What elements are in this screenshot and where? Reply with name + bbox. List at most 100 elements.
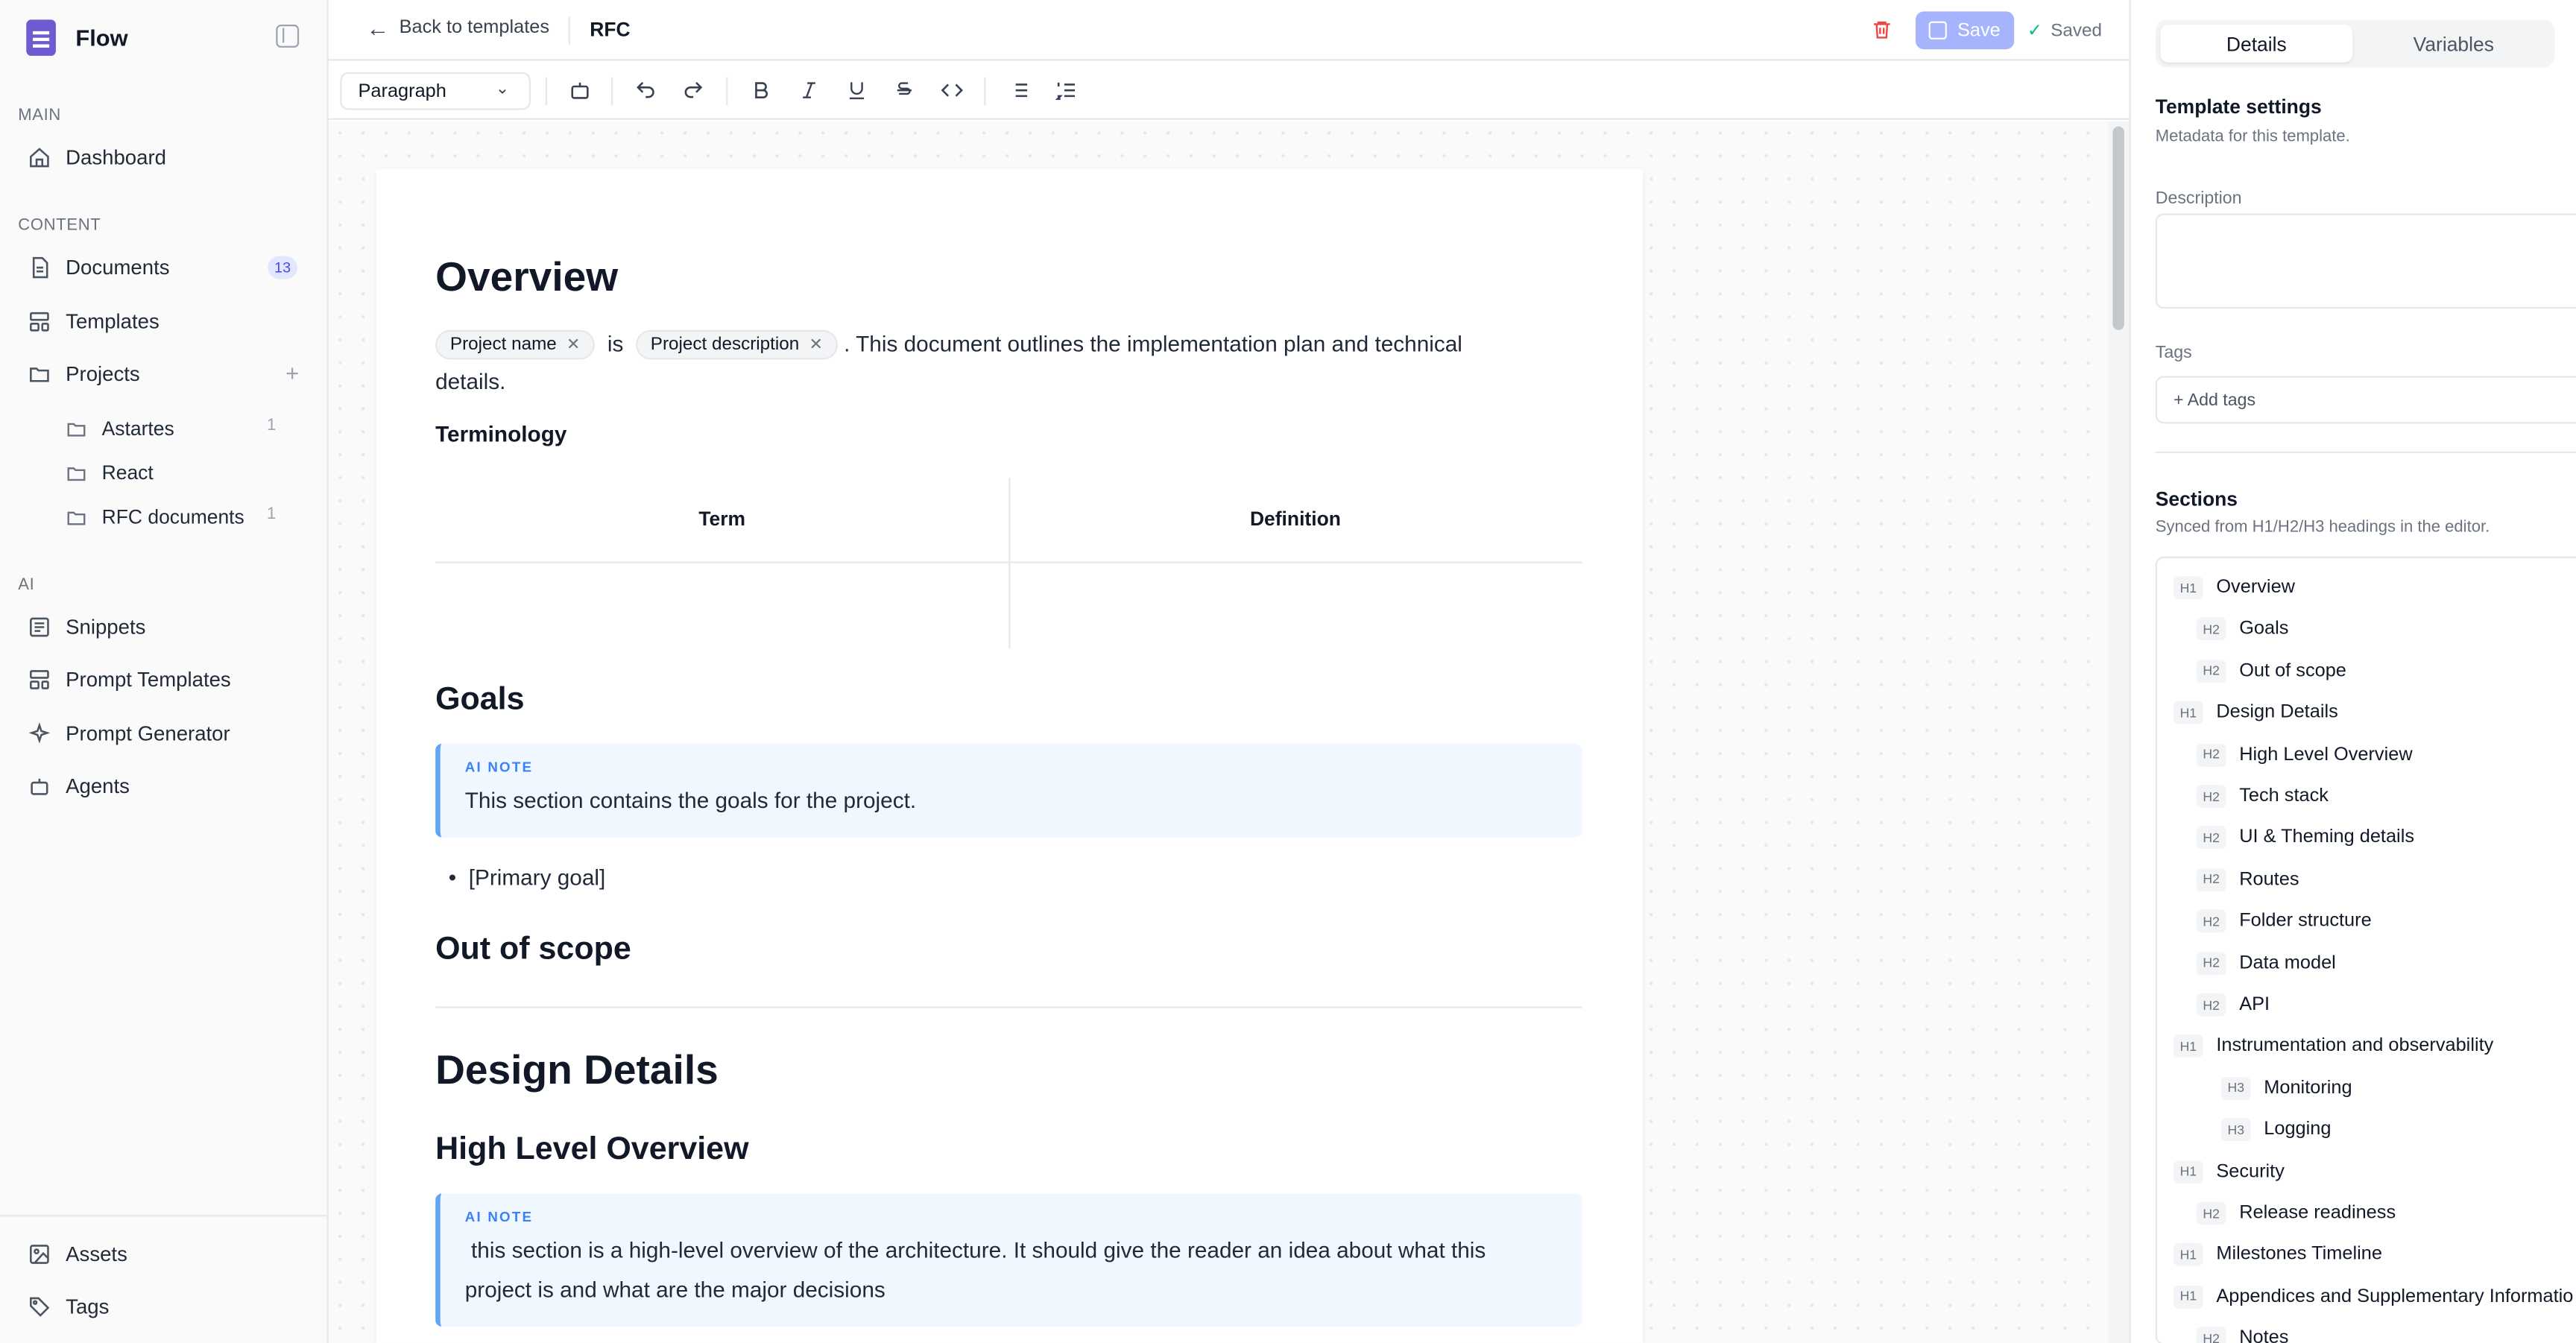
section-item[interactable]: H2 Notes [2196,1322,2288,1343]
section-item[interactable]: H2 API [2196,988,2270,1021]
undo-button[interactable] [631,75,660,105]
heading-level-badge: H2 [2196,951,2226,975]
section-label-main: MAIN [18,107,61,125]
project-count: 1 [267,505,277,524]
ai-assistant-button[interactable] [565,75,595,105]
project-count: 1 [267,417,277,435]
sidebar-item-agents[interactable]: Agents [16,765,312,808]
heading-level-badge: H2 [2196,660,2226,683]
overview-paragraph[interactable]: Project name ✕ is Project description ✕ . … [435,325,1585,400]
collapse-sidebar-icon[interactable] [276,25,300,48]
sections-title: Sections [2155,487,2238,511]
horizontal-rule [435,1006,1582,1008]
section-item[interactable]: H1 Design Details [2174,696,2338,729]
variable-chip-project-description[interactable]: Project description ✕ [635,330,838,361]
section-label: Milestones Timeline [2216,1245,2382,1265]
save-button[interactable]: Save [1915,11,2015,50]
section-item[interactable]: H2 Tech stack [2196,780,2329,812]
goal-text: [Primary goal] [468,865,606,890]
project-item-rfc-documents[interactable]: RFC documents 1 [53,496,300,538]
numbered-list-button[interactable] [1052,75,1082,105]
section-label: Out of scope [2239,661,2346,681]
variable-chip-project-name[interactable]: Project name ✕ [435,330,596,361]
heading-terminology[interactable]: Terminology [435,422,566,446]
section-item[interactable]: H2 Release readiness [2196,1197,2396,1230]
add-tags-button[interactable]: + Add tags [2155,376,2576,424]
sidebar-item-assets[interactable]: Assets [16,1233,312,1275]
delete-template-button[interactable] [1871,18,1894,41]
trash-icon [1874,21,1890,39]
strikethrough-button[interactable] [888,75,918,105]
add-project-icon[interactable]: + [285,359,299,385]
goal-list-item[interactable]: • [Primary goal] [449,859,606,897]
table-header-term[interactable]: Term [435,508,1008,531]
table-header-definition[interactable]: Definition [1008,508,1582,531]
heading-level-badge: H2 [2196,868,2226,891]
ai-note-goals[interactable]: AI NOTE This section contains the goals … [435,743,1582,838]
saved-status: ✓ Saved [2027,19,2102,42]
tab-variables[interactable]: Variables [2358,25,2550,63]
heading-overview[interactable]: Overview [435,254,618,302]
heading-out-of-scope[interactable]: Out of scope [435,931,631,969]
italic-button[interactable] [794,75,824,105]
document-page[interactable]: Overview Project name ✕ is Project descri… [376,168,1644,1343]
section-item[interactable]: H2 Out of scope [2196,655,2346,688]
section-item[interactable]: H1 Instrumentation and observability [2174,1030,2493,1063]
section-item[interactable]: H2 Routes [2196,863,2299,896]
section-item[interactable]: H2 Data model [2196,947,2336,979]
section-item[interactable]: H1 Appendices and Supplementary Informati… [2174,1280,2573,1313]
underline-button[interactable] [841,75,871,105]
section-item[interactable]: H1 Overview [2174,572,2295,604]
editor-scrollbar[interactable] [2107,121,2130,1343]
ai-note-high-level-overview[interactable]: AI NOTE this section is a high-level ove… [435,1193,1582,1327]
template-settings-subtitle: Metadata for this template. [2155,127,2350,147]
heading-high-level-overview[interactable]: High Level Overview [435,1131,748,1169]
terminology-table[interactable]: Term Definition [435,478,1582,649]
remove-chip-icon[interactable]: ✕ [566,326,580,364]
sidebar-item-projects[interactable]: Projects + [16,353,312,396]
section-item[interactable]: H2 Goals [2196,613,2288,646]
section-item[interactable]: H1 Security [2174,1155,2285,1188]
bold-button[interactable] [746,75,776,105]
section-label: Monitoring [2264,1078,2352,1099]
heading-goals[interactable]: Goals [435,681,524,719]
brand[interactable]: Flow [26,18,128,57]
heading-design-details[interactable]: Design Details [435,1047,719,1095]
section-item[interactable]: H1 Milestones Timeline [2174,1239,2382,1271]
sidebar-item-dashboard[interactable]: Dashboard [16,136,312,179]
sidebar-item-tags[interactable]: Tags [16,1286,312,1328]
app-window: Flow MAIN Dashboard CONTENT Documents 13… [0,0,2576,1343]
redo-button[interactable] [678,75,708,105]
section-item[interactable]: H3 Monitoring [2220,1072,2352,1105]
sidebar-item-label: Projects [66,362,140,386]
code-button[interactable] [936,75,966,105]
scrollbar-thumb[interactable] [2112,126,2124,330]
chevron-down-icon: ⌄ [495,80,510,99]
layout-icon [26,309,52,335]
project-label: React [101,461,154,484]
folder-icon [26,361,52,388]
sidebar-item-documents[interactable]: Documents 13 [16,246,312,288]
project-item-react[interactable]: React [53,452,300,494]
tab-details[interactable]: Details [2160,25,2353,63]
section-item[interactable]: H2 Folder structure [2196,905,2372,938]
sections-list: H1 Overview H2 Goals H2 Out of scope H1 Design … [2155,556,2576,1343]
sidebar-item-snippets[interactable]: Snippets [16,606,312,648]
sidebar-item-label: Prompt Templates [66,668,231,692]
sidebar-item-prompt-templates[interactable]: Prompt Templates [16,658,312,701]
project-item-astartes[interactable]: Astartes 1 [53,407,300,449]
section-item[interactable]: H3 Logging [2220,1113,2331,1146]
sidebar-item-label: Snippets [66,616,146,639]
section-item[interactable]: H2 UI & Theming details [2196,821,2414,854]
ai-note-text: This section contains the goals for the … [464,788,917,813]
remove-chip-icon[interactable]: ✕ [809,326,822,364]
back-to-templates-link[interactable]: ← Back to templates [367,16,550,40]
sidebar-item-templates[interactable]: Templates [16,300,312,343]
block-type-select[interactable]: Paragraph ⌄ [340,72,531,110]
bullet-list-button[interactable] [1004,75,1034,105]
sidebar-item-prompt-generator[interactable]: Prompt Generator [16,712,312,755]
description-field[interactable] [2155,213,2576,309]
bullet-list-icon [1011,83,1028,98]
section-item[interactable]: H2 High Level Overview [2196,738,2413,771]
section-label: Folder structure [2239,911,2372,932]
